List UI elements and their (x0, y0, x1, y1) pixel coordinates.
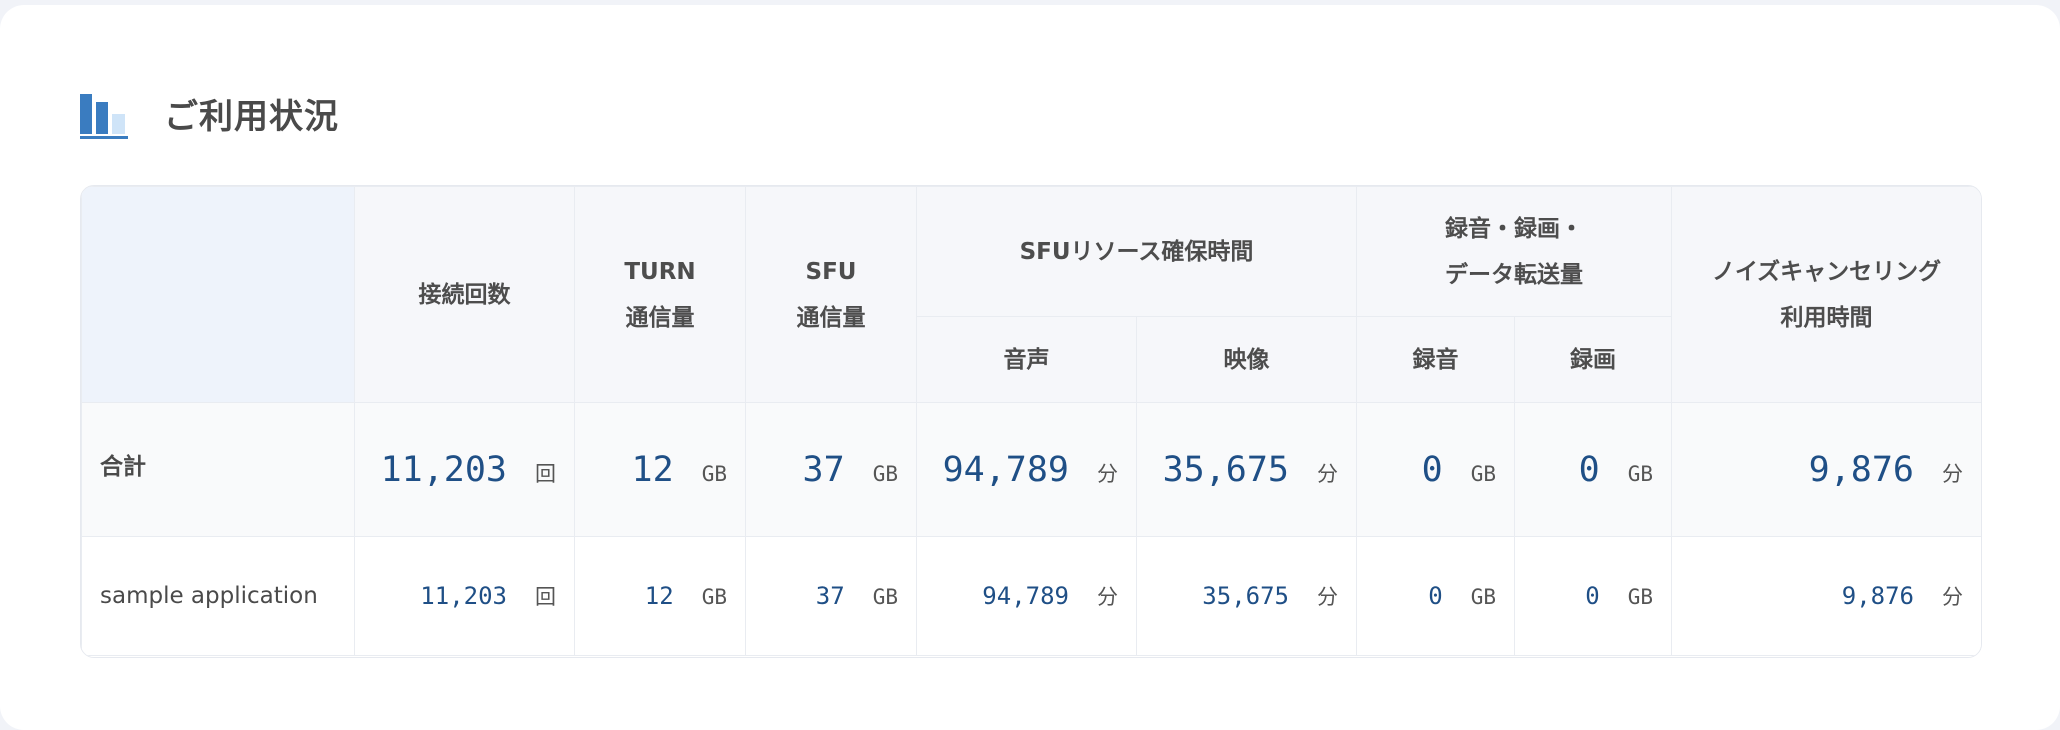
app-label: sample application (81, 536, 355, 656)
total-noise: 9,876 分 (1671, 402, 1981, 537)
header-noise-cancelling: ノイズキャンセリング 利用時間 (1671, 186, 1981, 403)
total-video: 35,675 分 (1136, 402, 1357, 537)
header-audio: 音声 (916, 316, 1137, 403)
header-video: 映像 (1136, 316, 1357, 403)
corner-header (81, 186, 355, 403)
app-audio: 94,789 分 (916, 536, 1137, 656)
app-turn: 12 GB (574, 536, 746, 656)
total-rec-video: 0 GB (1514, 402, 1672, 537)
header-sfu-resource: SFUリソース確保時間 (916, 186, 1357, 317)
header-recording: 録音・録画・ データ転送量 (1356, 186, 1672, 317)
total-rec-audio: 0 GB (1356, 402, 1515, 537)
usage-card: ご利用状況 接続回数 TURN 通信量 SFU 通信量 SFUリソース確保時間 … (0, 5, 2060, 730)
app-rec-audio: 0 GB (1356, 536, 1515, 656)
app-connections: 11,203 回 (354, 536, 575, 656)
total-sfu: 37 GB (745, 402, 917, 537)
header-sfu: SFU 通信量 (745, 186, 917, 403)
app-sfu: 37 GB (745, 536, 917, 656)
header-turn: TURN 通信量 (574, 186, 746, 403)
total-turn: 12 GB (574, 402, 746, 537)
app-noise: 9,876 分 (1671, 536, 1981, 656)
app-rec-video: 0 GB (1514, 536, 1672, 656)
total-audio: 94,789 分 (916, 402, 1137, 537)
total-row: 合計 11,203 回 12 GB 37 GB 94,789 分 35,675 分 0 GB… (81, 402, 1981, 537)
section-header: ご利用状況 (80, 83, 339, 143)
section-title: ご利用状況 (164, 96, 339, 137)
total-connections: 11,203 回 (354, 402, 575, 537)
total-label: 合計 (81, 402, 355, 537)
table-row: sample application 11,203 回 12 GB 37 GB 94,… (81, 536, 1981, 656)
header-rec-video: 録画 (1514, 316, 1672, 403)
header-rec-audio: 録音 (1356, 316, 1515, 403)
bar-chart-icon (80, 87, 130, 139)
header-connections: 接続回数 (354, 186, 575, 403)
usage-table: 接続回数 TURN 通信量 SFU 通信量 SFUリソース確保時間 録音・録画・… (80, 185, 1982, 658)
app-video: 35,675 分 (1136, 536, 1357, 656)
